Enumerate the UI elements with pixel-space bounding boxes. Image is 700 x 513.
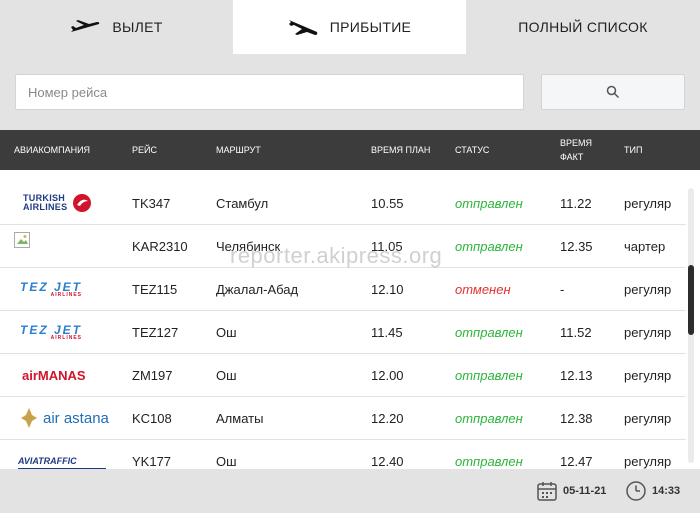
header-actual: ВРЕМЯ ФАКТ [560,130,592,170]
status: отправлен [455,453,523,469]
airline-logo-aviatraffic: AVIATRAFFIC [14,440,114,469]
airline-logo-broken [14,225,114,267]
table-row[interactable]: TEZ JET AIRLINES TEZ115 Джалал-Абад 12.1… [0,268,686,311]
air-astana-logo-text: air astana [43,409,109,427]
table-row[interactable]: airMANAS ZM197 Ош 12.00 отправлен 12.13 … [0,354,686,397]
table-row[interactable]: TEZ JET AIRLINES TEZ127 Ош 11.45 отправл… [0,311,686,354]
planned-time: 12.20 [371,410,404,426]
tab-departures-label: ВЫЛЕТ [112,19,163,35]
route: Ош [216,367,237,383]
status: отправлен [455,324,523,340]
planned-time: 11.45 [371,324,403,340]
flight-type: регуляр [624,281,672,297]
aviatraffic-logo-text: AVIATRAFFIC [18,456,77,466]
flight-number: KC108 [132,410,172,426]
route: Джалал-Абад [216,281,299,297]
actual-time: 11.52 [560,324,592,340]
footer-date-text: 05-11-21 [563,485,607,497]
airline-logo-airastana: air astana [14,397,114,439]
route: Алматы [216,410,264,426]
actual-time: 12.38 [560,410,593,426]
actual-time: 12.47 [560,453,593,469]
planned-time: 10.55 [371,195,404,211]
flight-type: регуляр [624,367,672,383]
flight-number: KAR2310 [132,238,188,254]
clock-icon [626,481,646,501]
table-row[interactable]: TURKISH AIRLINES TK347 Стамбул 10.55 отп… [0,182,686,225]
flight-type: чартер [624,238,666,254]
logo-line: AIRLINES [50,335,83,341]
status: отправлен [455,238,523,254]
tab-arrivals-label: ПРИБЫТИЕ [329,19,412,35]
header-route: МАРШРУТ [216,145,261,155]
flight-type: регуляр [624,195,672,211]
airline-logo-turkish: TURKISH AIRLINES [14,182,114,224]
footer-time: 14:33 [625,469,680,513]
footer: 05-11-21 14:33 [0,469,700,513]
flight-number: ZM197 [132,367,173,383]
tab-arrivals[interactable]: ПРИБЫТИЕ [233,0,466,54]
route: Челябинск [216,238,281,254]
actual-time: 12.35 [560,238,593,254]
header-actual-line1: ВРЕМЯ [560,138,593,148]
air-astana-emblem-icon [21,408,37,428]
flight-type: регуляр [624,453,672,469]
route: Ош [216,324,237,340]
flight-number: YK177 [132,453,172,469]
table-row[interactable]: KAR2310 Челябинск 11.05 отправлен 12.35 … [0,225,686,268]
planned-time: 12.00 [371,367,404,383]
flight-number: TK347 [132,195,171,211]
header-flight: РЕЙС [132,145,157,155]
plane-arrival-icon [288,20,318,35]
tab-full-list[interactable]: ПОЛНЫЙ СПИСОК [466,0,700,54]
planned-time: 12.10 [371,281,404,297]
search-panel [0,54,700,130]
header-actual-line2: ФАКТ [560,152,584,162]
status: отправлен [455,410,523,426]
table-row[interactable]: air astana KC108 Алматы 12.20 отправлен … [0,397,686,440]
planned-time: 11.05 [371,238,403,254]
planned-time: 12.40 [371,453,404,469]
route: Ош [216,453,237,469]
route: Стамбул [216,195,269,211]
flight-number-input[interactable] [15,74,524,110]
flight-number: TEZ115 [132,281,178,297]
header-planned: ВРЕМЯ ПЛАН [371,145,431,155]
actual-time: 11.22 [560,195,592,211]
calendar-icon [537,482,557,501]
header-type: ТИП [624,145,643,155]
table-header: АВИАКОМПАНИЯ РЕЙС МАРШРУТ ВРЕМЯ ПЛАН СТА… [0,130,700,170]
airline-logo-tezjet: TEZ JET AIRLINES [14,311,114,353]
flight-type: регуляр [624,410,672,426]
plane-departure-icon [71,20,100,32]
status: отправлен [455,367,523,383]
table-row[interactable]: AVIATRAFFIC YK177 Ош 12.40 отправлен 12.… [0,440,686,469]
actual-time: - [560,281,565,297]
broken-image-icon [14,232,30,248]
logo-line: AIRLINES [23,202,68,212]
airline-logo-tezjet: TEZ JET AIRLINES [14,268,114,310]
footer-date: 05-11-21 [536,469,606,513]
header-status: СТАТУС [455,145,490,155]
flight-number: TEZ127 [132,324,179,340]
actual-time: 12.13 [560,367,593,383]
flight-tabs: ВЫЛЕТ ПРИБЫТИЕ ПОЛНЫЙ СПИСОК [0,0,700,54]
status: отменен [455,281,511,297]
turkish-tulip-icon [73,194,92,212]
tab-departures[interactable]: ВЫЛЕТ [0,0,233,54]
header-airline: АВИАКОМПАНИЯ [14,145,91,155]
airline-logo-airmanas: airMANAS [14,354,114,396]
search-button[interactable] [541,74,685,110]
scrollbar-thumb[interactable] [688,265,694,335]
airmanas-logo-text: airMANAS [22,367,86,383]
status: отправлен [455,195,523,211]
footer-time-text: 14:33 [652,485,681,497]
flight-type: регуляр [624,324,672,340]
logo-line: AIRLINES [50,292,83,298]
search-icon [606,85,620,99]
tab-full-list-label: ПОЛНЫЙ СПИСОК [518,19,648,35]
flights-table-body: TURKISH AIRLINES TK347 Стамбул 10.55 отп… [0,182,686,469]
